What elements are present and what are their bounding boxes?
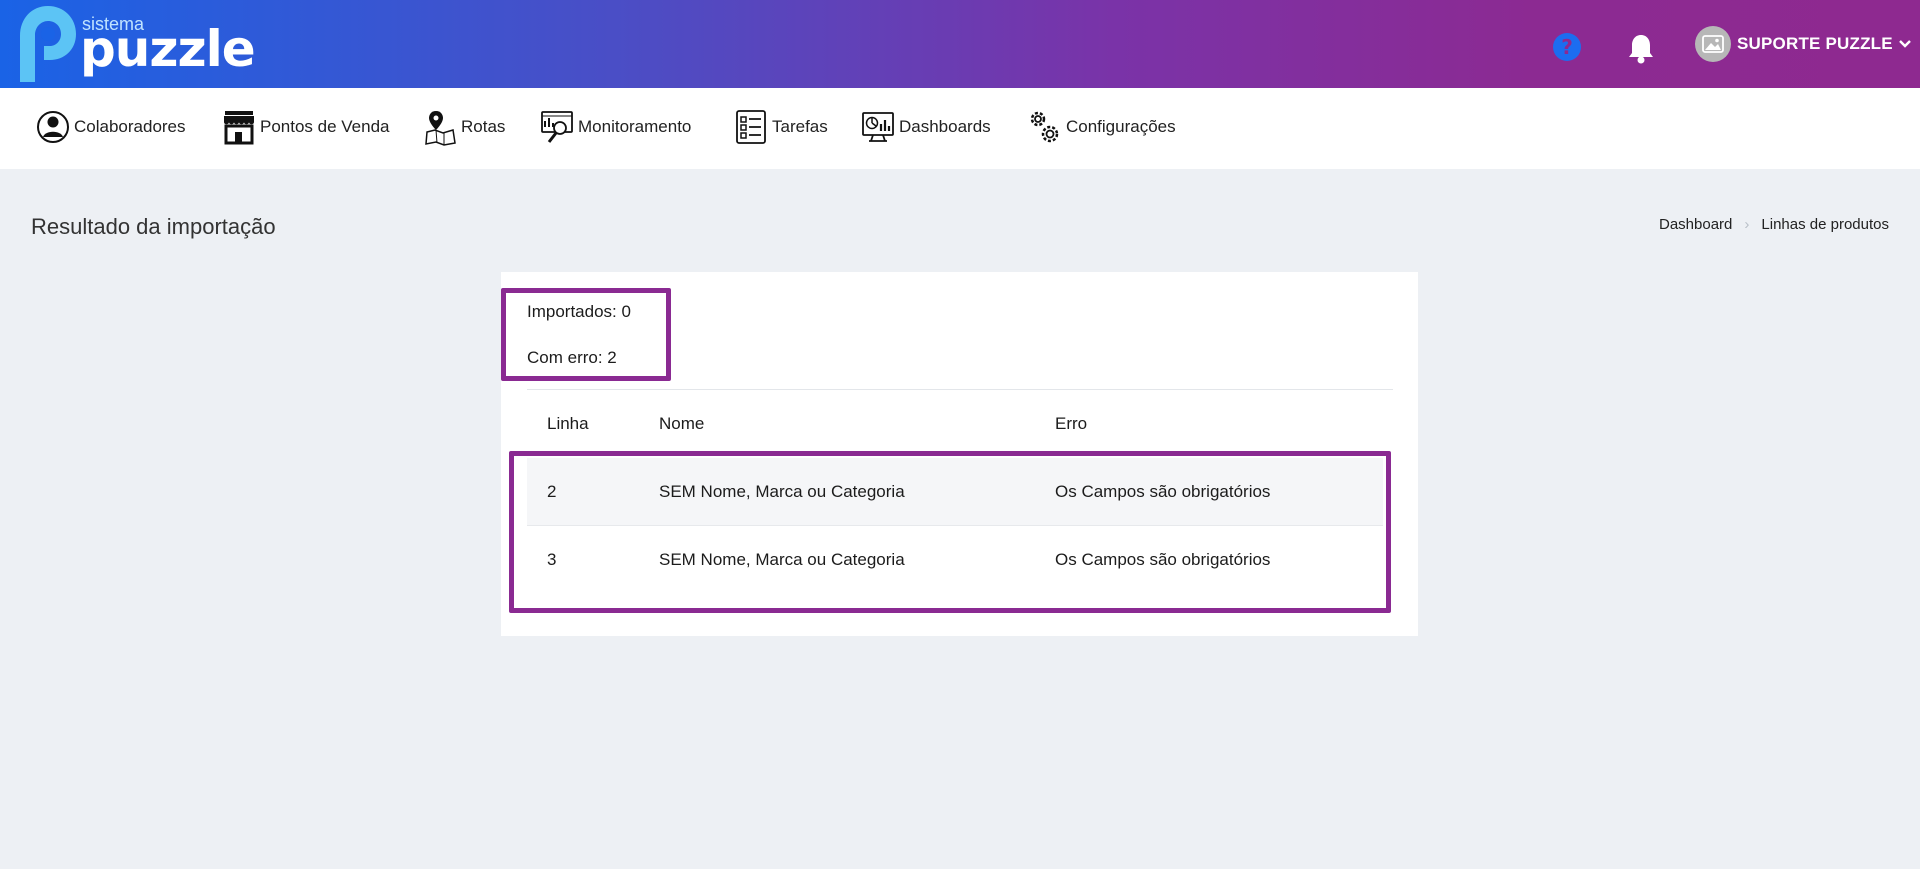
monitor-search-icon <box>541 111 573 143</box>
puzzle-logo-mark-icon <box>20 6 76 82</box>
summary-highlight-box <box>501 288 671 381</box>
bell-icon[interactable] <box>1626 32 1656 64</box>
nav-item-colaboradores[interactable]: Colaboradores <box>36 107 186 147</box>
nav-item-label: Colaboradores <box>74 117 186 136</box>
nav-item-pontos-de-venda[interactable]: Pontos de Venda <box>222 107 390 147</box>
image-placeholder-icon <box>1702 35 1724 53</box>
chevron-down-icon <box>1898 40 1911 48</box>
nav-item-configuracoes[interactable]: Configurações <box>1026 107 1176 147</box>
rows-highlight-box <box>509 451 1391 613</box>
user-menu[interactable]: SUPORTE PUZZLE <box>1695 26 1911 62</box>
logo-big-text: puzzle <box>80 20 256 78</box>
nav-item-label: Configurações <box>1066 117 1176 136</box>
avatar <box>1695 26 1731 62</box>
help-icon[interactable]: ? <box>1552 32 1582 62</box>
main-nav: Colaboradores Pontos de Venda Rotas Moni… <box>0 88 1920 169</box>
chevron-right-icon: › <box>1744 216 1750 233</box>
nav-item-tarefas[interactable]: Tarefas <box>734 107 828 147</box>
checklist-icon <box>736 110 766 144</box>
puzzle-logo[interactable]: sistema puzzle <box>14 2 256 86</box>
breadcrumb-item-linhas-de-produtos: Linhas de produtos <box>1761 216 1889 233</box>
nav-item-label: Tarefas <box>772 117 828 136</box>
nav-item-label: Rotas <box>461 117 506 136</box>
map-pin-icon <box>425 111 456 146</box>
breadcrumb: Dashboard › Linhas de produtos <box>1659 216 1889 233</box>
dashboard-monitor-icon <box>862 112 894 142</box>
card-divider <box>527 389 1393 390</box>
column-header-nome: Nome <box>659 414 705 433</box>
nav-item-label: Dashboards <box>899 117 991 136</box>
column-header-linha: Linha <box>547 414 589 433</box>
gears-icon <box>1030 111 1059 143</box>
nav-item-label: Monitoramento <box>578 117 692 136</box>
nav-item-dashboards[interactable]: Dashboards <box>861 107 991 147</box>
user-name: SUPORTE PUZZLE <box>1737 34 1893 53</box>
user-circle-icon <box>37 111 69 143</box>
page-title: Resultado da importação <box>31 214 276 239</box>
nav-item-label: Pontos de Venda <box>260 117 390 136</box>
top-header: sistema puzzle ? SUPORTE PUZZLE <box>0 0 1920 88</box>
nav-item-rotas[interactable]: Rotas <box>423 107 505 147</box>
breadcrumb-item-dashboard[interactable]: Dashboard <box>1659 216 1732 233</box>
column-header-erro: Erro <box>1055 414 1088 433</box>
svg-text:?: ? <box>1561 35 1573 59</box>
nav-item-monitoramento[interactable]: Monitoramento <box>540 107 691 147</box>
store-icon <box>224 111 254 145</box>
